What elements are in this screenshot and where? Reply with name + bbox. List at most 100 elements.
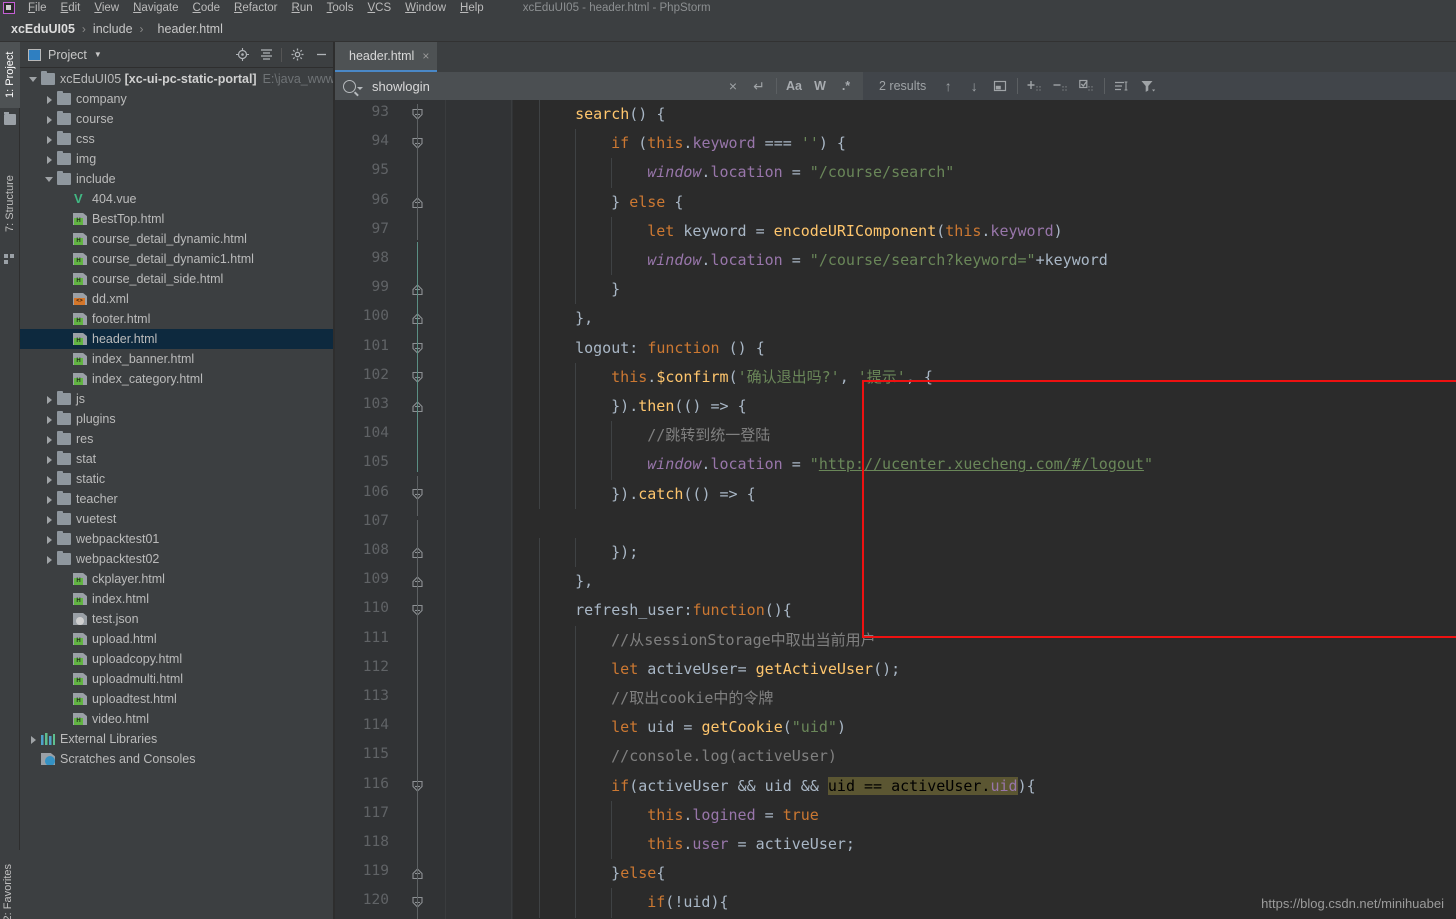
breadcrumb-folder[interactable]: include: [93, 22, 133, 36]
menu-item-vcs[interactable]: VCS: [360, 2, 398, 14]
match-case-toggle[interactable]: Aa: [781, 73, 807, 99]
gear-icon[interactable]: [285, 44, 309, 66]
code-line[interactable]: this.$confirm('确认退出吗?', '提示', {: [611, 363, 933, 392]
code-line[interactable]: },: [575, 567, 593, 596]
menu-item-view[interactable]: View: [87, 2, 126, 14]
add-occurrence-icon[interactable]: [1022, 73, 1048, 99]
tree-item[interactable]: include: [20, 169, 333, 189]
filter-icon[interactable]: [1135, 73, 1161, 99]
tree-item[interactable]: css: [20, 129, 333, 149]
tree-item[interactable]: 404.vue: [20, 189, 333, 209]
sidebar-tab-favorites[interactable]: 2: Favorites: [2, 864, 14, 919]
menu-item-refactor[interactable]: Refactor: [227, 2, 284, 14]
chevron-down-icon[interactable]: [28, 74, 39, 85]
menu-item-navigate[interactable]: Navigate: [126, 2, 185, 14]
code-line[interactable]: //console.log(activeUser): [611, 742, 837, 771]
code-line[interactable]: //跳转到统一登陆: [647, 421, 770, 450]
code-line[interactable]: search() {: [575, 100, 665, 129]
tree-item[interactable]: course_detail_side.html: [20, 269, 333, 289]
tree-item[interactable]: footer.html: [20, 309, 333, 329]
menu-item-code[interactable]: Code: [186, 2, 228, 14]
tree-item[interactable]: uploadcopy.html: [20, 649, 333, 669]
code-line[interactable]: logout: function () {: [575, 334, 765, 363]
clear-icon[interactable]: ×: [720, 73, 746, 99]
tree-item[interactable]: dd.xml: [20, 289, 333, 309]
tree-item[interactable]: course: [20, 109, 333, 129]
in-selection-icon[interactable]: [987, 73, 1013, 99]
chevron-right-icon[interactable]: [44, 114, 55, 125]
tree-item[interactable]: External Libraries: [20, 729, 333, 749]
chevron-right-icon[interactable]: [44, 134, 55, 145]
code-line[interactable]: this.user = activeUser;: [647, 830, 855, 859]
tree-item[interactable]: stat: [20, 449, 333, 469]
tree-item[interactable]: course_detail_dynamic1.html: [20, 249, 333, 269]
menu-item-run[interactable]: Run: [285, 2, 320, 14]
code-line[interactable]: window.location = "http://ucenter.xueche…: [647, 450, 1153, 479]
fold-marker-icon[interactable]: [411, 867, 425, 881]
preserve-case-icon[interactable]: [1109, 73, 1135, 99]
fold-marker-icon[interactable]: [411, 137, 425, 151]
tree-item[interactable]: company: [20, 89, 333, 109]
whole-words-toggle[interactable]: W: [807, 73, 833, 99]
find-prev-icon[interactable]: ↑: [935, 73, 961, 99]
fold-marker-icon[interactable]: [411, 488, 425, 502]
code-line[interactable]: let keyword = encodeURIComponent(this.ke…: [647, 217, 1062, 246]
fold-marker-icon[interactable]: [411, 196, 425, 210]
fold-marker-icon[interactable]: [411, 780, 425, 794]
chevron-right-icon[interactable]: [44, 554, 55, 565]
chevron-down-icon[interactable]: [357, 87, 363, 90]
code-line[interactable]: //取出cookie中的令牌: [611, 684, 773, 713]
editor-gutter[interactable]: 93 94 95 96 97 98 99 100 101 102 103 104 105 106 107 10…: [335, 100, 513, 919]
code-line[interactable]: if (this.keyword === '') {: [611, 129, 846, 158]
menu-item-help[interactable]: Help: [453, 2, 491, 14]
fold-marker-icon[interactable]: [411, 342, 425, 356]
hide-panel-icon[interactable]: [309, 44, 333, 66]
fold-marker-icon[interactable]: [411, 108, 425, 122]
code-line[interactable]: refresh_user:function(){: [575, 596, 792, 625]
code-line[interactable]: },: [575, 304, 593, 333]
tree-item[interactable]: index_banner.html: [20, 349, 333, 369]
tree-item[interactable]: uploadmulti.html: [20, 669, 333, 689]
menu-item-file[interactable]: File: [21, 2, 54, 14]
sidebar-tab-structure[interactable]: 7: Structure: [0, 162, 20, 246]
find-field-wrapper[interactable]: × ↵ Aa W .*: [335, 72, 863, 100]
code-line[interactable]: let uid = getCookie("uid"): [611, 713, 846, 742]
tree-item[interactable]: test.json: [20, 609, 333, 629]
breadcrumb-file[interactable]: header.html: [158, 22, 223, 36]
tree-item[interactable]: BestTop.html: [20, 209, 333, 229]
remove-occurrence-icon[interactable]: [1048, 73, 1074, 99]
chevron-right-icon[interactable]: [44, 414, 55, 425]
tree-item[interactable]: img: [20, 149, 333, 169]
code-line[interactable]: window.location = "/course/search": [647, 158, 954, 187]
tree-item[interactable]: vuetest: [20, 509, 333, 529]
fold-marker-icon[interactable]: [411, 604, 425, 618]
code-line[interactable]: }else{: [611, 859, 665, 888]
tree-item[interactable]: Scratches and Consoles: [20, 749, 333, 769]
chevron-right-icon[interactable]: [44, 154, 55, 165]
code-line[interactable]: //从sessionStorage中取出当前用户: [611, 626, 876, 655]
code-line[interactable]: if(!uid){: [647, 888, 728, 917]
chevron-down-icon[interactable]: ▼: [94, 50, 102, 59]
collapse-all-icon[interactable]: [254, 44, 278, 66]
tree-item[interactable]: video.html: [20, 709, 333, 729]
tree-item[interactable]: webpacktest01: [20, 529, 333, 549]
chevron-right-icon[interactable]: [44, 534, 55, 545]
chevron-right-icon[interactable]: [44, 94, 55, 105]
fold-marker-icon[interactable]: [411, 371, 425, 385]
code-line[interactable]: }).catch(() => {: [611, 480, 756, 509]
search-input[interactable]: [372, 78, 720, 94]
breadcrumb[interactable]: xcEduUI05 › include › header.html: [0, 16, 1456, 42]
tree-item[interactable]: js: [20, 389, 333, 409]
code-line[interactable]: }: [611, 275, 620, 304]
menu-item-tools[interactable]: Tools: [320, 2, 361, 14]
tree-item[interactable]: ckplayer.html: [20, 569, 333, 589]
select-all-occurrences-icon[interactable]: [1074, 73, 1100, 99]
fold-marker-icon[interactable]: [411, 283, 425, 297]
fold-marker-icon[interactable]: [411, 312, 425, 326]
tree-item-selected[interactable]: header.html: [20, 329, 333, 349]
tree-item[interactable]: index.html: [20, 589, 333, 609]
chevron-right-icon[interactable]: [44, 494, 55, 505]
sidebar-tab-project[interactable]: 1: Project: [0, 42, 20, 108]
tree-item[interactable]: res: [20, 429, 333, 449]
chevron-right-icon[interactable]: [28, 734, 39, 745]
